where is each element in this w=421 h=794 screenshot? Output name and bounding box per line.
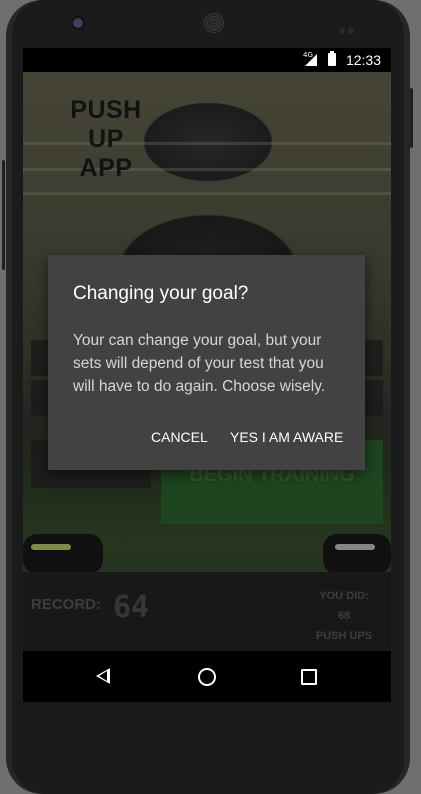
navigation-bar — [23, 651, 391, 702]
dialog-title: Changing your goal? — [73, 283, 249, 304]
front-camera — [73, 18, 83, 28]
speaker-grille — [204, 13, 224, 33]
cancel-button[interactable]: CANCEL — [151, 429, 208, 445]
back-icon[interactable] — [96, 668, 110, 684]
signal-icon — [305, 54, 317, 66]
dialog-message: Your can change your goal, but your sets… — [73, 332, 326, 395]
recent-apps-icon[interactable] — [301, 669, 317, 685]
status-bar: 4G 12:33 — [23, 48, 391, 72]
status-time: 12:33 — [345, 52, 381, 68]
confirm-button[interactable]: YES I AM AWARE — [230, 429, 343, 445]
battery-icon — [328, 51, 336, 66]
proximity-sensor — [339, 19, 357, 34]
power-button — [410, 88, 413, 148]
change-goal-dialog: Changing your goal? Your can change your… — [48, 255, 365, 470]
home-icon[interactable] — [198, 668, 216, 686]
volume-button — [2, 160, 5, 270]
